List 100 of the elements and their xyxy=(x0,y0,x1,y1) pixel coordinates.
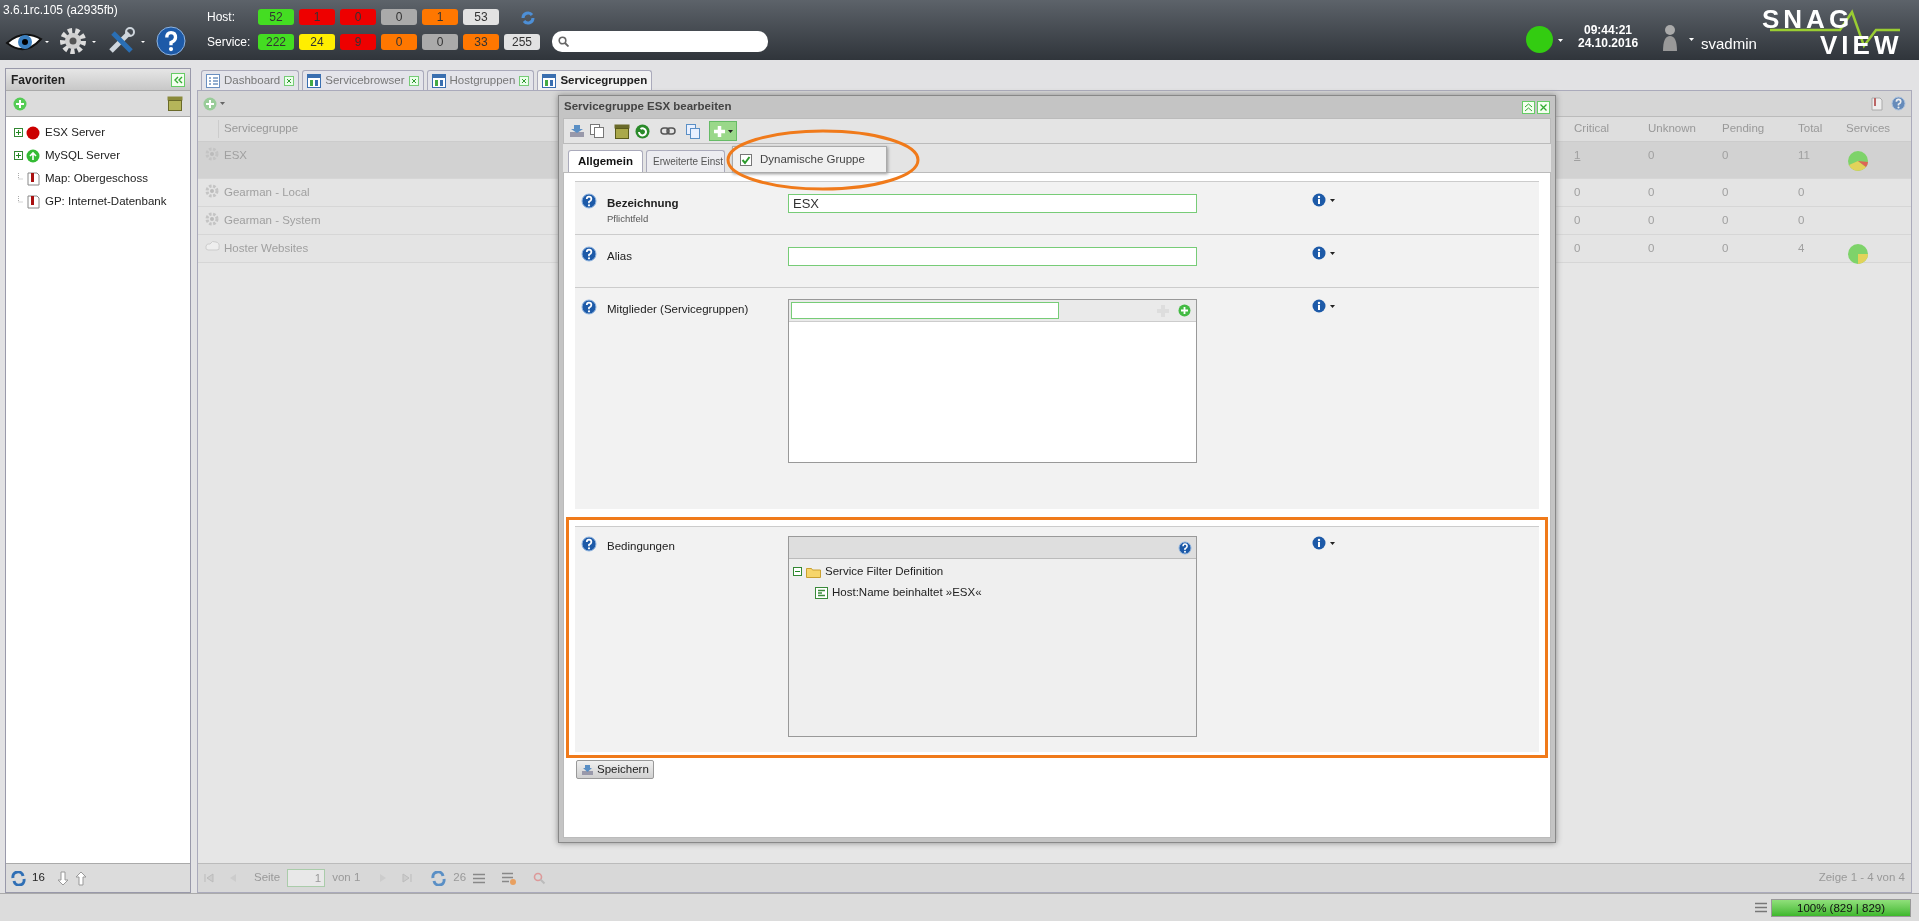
tree-item[interactable]: Map: Obergeschoss xyxy=(45,169,148,188)
caret-icon[interactable] xyxy=(1330,198,1335,202)
pie-chart-icon xyxy=(1848,244,1868,264)
logo: SNAG VIEW xyxy=(1761,3,1904,58)
link-icon[interactable] xyxy=(660,126,676,136)
pages-icon[interactable] xyxy=(686,123,700,139)
refresh-icon[interactable] xyxy=(431,870,447,886)
status-counter[interactable]: 0 xyxy=(381,34,417,50)
checkbox-checked-icon[interactable] xyxy=(740,153,752,166)
tree-item[interactable]: GP: Internet-Datenbank xyxy=(45,192,167,211)
status-counter[interactable]: 1 xyxy=(422,9,458,25)
status-counter[interactable]: 255 xyxy=(504,34,540,50)
tab[interactable]: Servicegruppen xyxy=(537,70,653,90)
clock-date: 24.10.2016 xyxy=(1578,37,1639,50)
input-field[interactable]: ESX xyxy=(788,194,1197,213)
status-counter[interactable]: 0 xyxy=(381,9,417,25)
field-label: Bezeichnung xyxy=(607,196,679,211)
caret-icon[interactable] xyxy=(1558,39,1563,42)
tree-item[interactable]: ESX Server xyxy=(45,123,106,142)
copy-icon[interactable] xyxy=(590,124,604,138)
tree-item[interactable]: Service Filter Definition xyxy=(825,563,944,581)
gear-icon xyxy=(205,184,219,198)
collapse-toggle-icon[interactable] xyxy=(793,567,802,577)
close-icon[interactable] xyxy=(1537,100,1550,114)
help-icon[interactable] xyxy=(581,246,597,262)
pie-chart-icon xyxy=(1848,151,1868,171)
info-icon[interactable] xyxy=(1312,299,1326,313)
info-icon[interactable] xyxy=(1312,193,1326,207)
caret-icon[interactable] xyxy=(1330,541,1335,545)
status-counter[interactable]: 53 xyxy=(463,9,499,25)
caret-icon[interactable] xyxy=(1330,251,1335,255)
save-button[interactable]: Speichern xyxy=(576,760,654,779)
input-field[interactable] xyxy=(788,247,1197,266)
status-counter[interactable]: 24 xyxy=(299,34,335,50)
folder-icon xyxy=(806,565,821,578)
list-icon[interactable] xyxy=(1755,902,1767,913)
help-icon[interactable] xyxy=(156,26,186,56)
bookmark-page-icon[interactable] xyxy=(1871,96,1883,111)
username[interactable]: svadmin xyxy=(1701,33,1757,56)
expand-toggle-icon[interactable] xyxy=(14,151,23,160)
caret-icon[interactable] xyxy=(1330,304,1335,308)
maximize-icon[interactable] xyxy=(1522,100,1535,114)
table-cell-text: 0 xyxy=(1573,242,1581,254)
table-cell-text: 0 xyxy=(1647,186,1655,198)
gear-icon xyxy=(205,212,219,226)
add-icon[interactable] xyxy=(1178,304,1191,317)
table-cell-text: 0 xyxy=(1797,214,1805,226)
tools-icon[interactable] xyxy=(107,27,147,55)
tab[interactable]: Dashboard xyxy=(201,70,300,90)
caret-icon xyxy=(728,129,733,133)
reload-icon[interactable] xyxy=(635,123,650,139)
help-icon[interactable] xyxy=(1178,540,1192,555)
info-icon[interactable] xyxy=(1312,246,1326,260)
search-icon xyxy=(558,36,569,47)
dialog-title: Servicegruppe ESX bearbeiten xyxy=(564,99,732,115)
add-menu-button[interactable] xyxy=(709,121,737,141)
list-icon[interactable] xyxy=(473,872,486,884)
save-icon[interactable] xyxy=(569,124,585,138)
table-cell: Hoster Websites xyxy=(224,242,309,254)
table-cell-text: 4 xyxy=(1797,242,1805,254)
status-indicator[interactable] xyxy=(1526,26,1553,53)
tab[interactable]: Erweiterte Einst xyxy=(645,150,725,172)
status-counter[interactable]: 52 xyxy=(258,9,294,25)
tab[interactable]: Allgemein xyxy=(568,150,643,172)
help-icon[interactable] xyxy=(581,193,597,209)
user-icon[interactable] xyxy=(1662,24,1678,52)
refresh-icon[interactable] xyxy=(520,10,536,26)
page-total: von 1 xyxy=(332,870,361,886)
field-label: Bedingungen xyxy=(607,539,675,554)
input-field[interactable] xyxy=(791,302,1059,319)
tab[interactable]: Hostgruppen xyxy=(426,70,535,90)
collapse-icon[interactable] xyxy=(171,72,185,87)
tree-item[interactable]: Host:Name beinhaltet »ESX« xyxy=(832,584,982,602)
refresh-icon[interactable] xyxy=(11,870,26,886)
help-icon[interactable] xyxy=(581,299,597,315)
status-counter[interactable]: 33 xyxy=(463,34,499,50)
close-icon[interactable] xyxy=(284,75,295,86)
field-hint: Pflichtfeld xyxy=(607,212,650,227)
tree-item[interactable]: MySQL Server xyxy=(45,146,120,165)
refresh-count: 26 xyxy=(453,870,467,886)
archive-icon[interactable] xyxy=(167,96,183,111)
search-field[interactable] xyxy=(552,31,768,52)
status-counter[interactable]: 222 xyxy=(258,34,294,50)
close-icon[interactable] xyxy=(519,75,530,86)
caret-icon[interactable] xyxy=(1689,38,1694,41)
help-icon[interactable] xyxy=(581,536,597,552)
expand-toggle-icon[interactable] xyxy=(14,128,23,137)
plus-icon xyxy=(713,124,726,138)
list-icon xyxy=(206,73,220,88)
tab[interactable]: Servicebrowser xyxy=(302,70,424,90)
archive-icon[interactable] xyxy=(614,123,630,139)
info-icon[interactable] xyxy=(1312,536,1326,550)
gear-icon[interactable] xyxy=(58,27,98,55)
status-counter[interactable]: 0 xyxy=(422,34,458,50)
bookmark-page-icon xyxy=(26,171,40,186)
close-icon[interactable] xyxy=(408,75,419,86)
list-settings-icon[interactable] xyxy=(502,871,517,885)
up-arrow-icon[interactable] xyxy=(74,870,87,886)
down-arrow-icon[interactable] xyxy=(56,870,69,886)
menu-item[interactable]: Dynamische Gruppe xyxy=(732,146,887,173)
